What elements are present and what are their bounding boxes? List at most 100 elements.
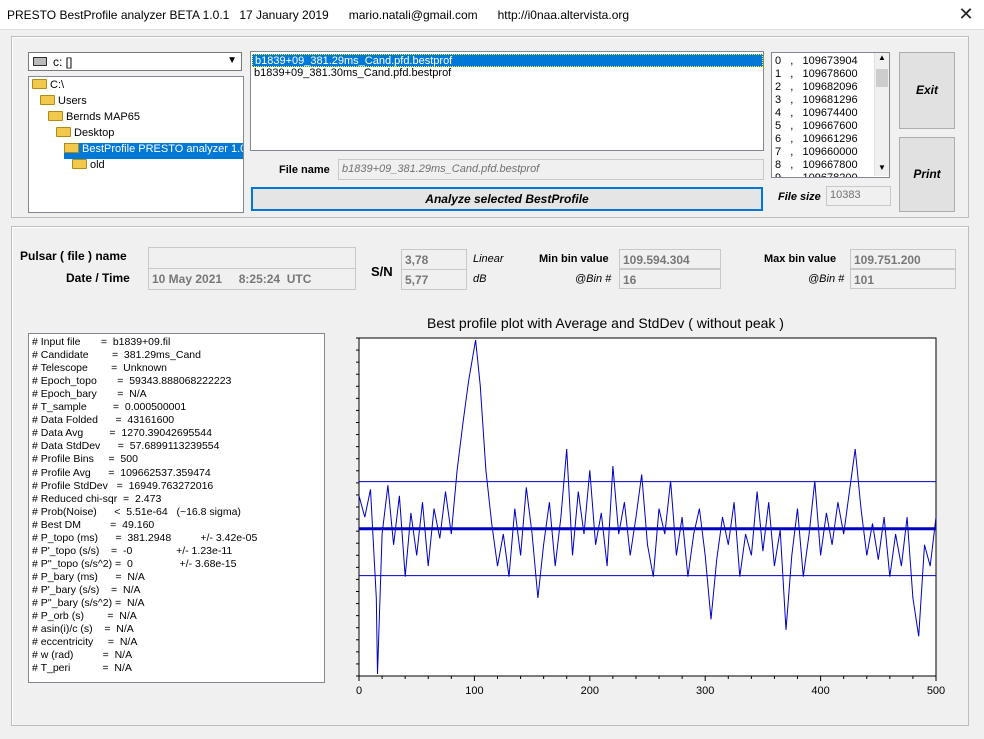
bestprof-parameters: # Input file = b1839+09.fil # Candidate =… <box>28 333 325 683</box>
tree-item-label: Desktop <box>74 127 115 139</box>
sn-label: S/N <box>371 264 393 279</box>
param-line: # Epoch_topo = 59343.888068222223 <box>32 375 232 388</box>
tree-item[interactable]: Bernds MAP65 <box>48 111 140 127</box>
min-bin-at-label: @Bin # <box>575 273 612 285</box>
param-line: # w (rad) = N/A <box>32 649 133 662</box>
folder-icon <box>64 143 79 153</box>
param-line: # P''_bary (s/s^2) = N/A <box>32 597 145 609</box>
tree-item[interactable]: C:\ <box>32 79 64 95</box>
values-scrollbar[interactable]: ▲ ▼ <box>874 53 889 176</box>
min-bin-index-field: 16 <box>619 269 721 289</box>
tree-item-label: old <box>90 159 105 171</box>
max-bin-at-label: @Bin # <box>808 273 845 285</box>
file-list[interactable]: b1839+09_381.29ms_Cand.pfd.bestprof b1839… <box>250 51 764 151</box>
x-tick-label: 300 <box>696 685 714 697</box>
file-list-item[interactable]: b1839+09_381.29ms_Cand.pfd.bestprof <box>252 54 763 67</box>
param-line: # Input file = b1839+09.fil <box>32 336 171 348</box>
tree-item-label: Users <box>58 95 87 107</box>
value-list-item[interactable]: 6 , 109661296 <box>775 133 858 145</box>
param-line: # Data Folded = 43161600 <box>32 414 175 427</box>
file-name-label: File name <box>279 164 330 176</box>
value-list-item[interactable]: 4 , 109674400 <box>775 107 858 119</box>
value-list-item[interactable]: 0 , 109673904 <box>775 55 858 67</box>
drive-select[interactable]: c: [] ▼ <box>28 52 242 71</box>
tree-item-label: Bernds MAP65 <box>66 111 140 123</box>
chevron-down-icon[interactable]: ▼ <box>227 55 237 66</box>
value-list-item[interactable]: 8 , 109667800 <box>775 159 858 171</box>
x-tick-label: 0 <box>356 685 362 697</box>
max-bin-label: Max bin value <box>764 253 837 265</box>
title-bar: PRESTO BestProfile analyzer BETA 1.0.1 1… <box>0 0 984 30</box>
param-line: # Candidate = 381.29ms_Cand <box>32 349 201 362</box>
tree-item[interactable]: Users <box>40 95 87 111</box>
folder-tree[interactable]: C:\ Users Bernds MAP65 Desktop BestProfile P… <box>28 76 244 213</box>
tree-item[interactable]: old <box>72 159 105 175</box>
param-line: # Profile Avg = 109662537.359474 <box>32 466 211 479</box>
exit-button[interactable]: Exit <box>899 52 955 129</box>
param-line: # P''_topo (s/s^2) = 0 +/- 3.68e-15 <box>32 557 237 570</box>
sn-linear-unit: Linear <box>473 253 504 265</box>
tree-item-label: BestProfile PRESTO analyzer 1.0.1.e <box>82 143 243 155</box>
min-bin-value-field: 109.594.304 <box>619 249 721 269</box>
scroll-down-icon[interactable]: ▼ <box>878 163 886 172</box>
value-list-item[interactable]: 7 , 109660000 <box>775 146 858 158</box>
file-size-field: 10383 <box>826 186 891 206</box>
param-line: # P_bary (ms) = N/A <box>32 570 145 583</box>
param-line: # eccentricity = N/A <box>32 636 138 649</box>
param-line: # Data StdDev = 57.6899113239554 <box>32 440 220 453</box>
window-title: PRESTO BestProfile analyzer BETA 1.0.1 1… <box>7 8 630 22</box>
scroll-thumb[interactable] <box>876 69 888 87</box>
file-name-field: b1839+09_381.29ms_Cand.pfd.bestprof <box>338 159 764 180</box>
folder-icon <box>48 111 63 121</box>
x-tick-label: 200 <box>581 685 599 697</box>
param-line: # Telescope = Unknown <box>32 362 167 375</box>
drive-label: c: [] <box>53 55 73 69</box>
file-size-label: File size <box>778 191 821 203</box>
tree-item-label: C:\ <box>50 79 65 91</box>
value-list-item[interactable]: 2 , 109682096 <box>775 81 858 93</box>
tree-item[interactable]: BestProfile PRESTO analyzer 1.0.1.e <box>64 143 243 159</box>
close-icon[interactable]: ✕ <box>955 3 977 25</box>
folder-icon <box>72 159 87 169</box>
analyze-button[interactable]: Analyze selected BestProfile <box>251 187 763 211</box>
plot-title: Best profile plot with Average and StdDe… <box>427 315 784 331</box>
param-line: # T_peri = N/A <box>32 662 132 675</box>
drive-icon <box>33 57 47 66</box>
param-line: # Epoch_bary = N/A <box>32 388 147 401</box>
value-list-item[interactable]: 3 , 109681296 <box>775 94 858 106</box>
param-line: # T_sample = 0.000500001 <box>32 401 187 414</box>
file-list-item[interactable]: b1839+09_381.30ms_Cand.pfd.bestprof <box>252 67 763 80</box>
param-line: # P_topo (ms) = 381.2948 +/- 3.42e-05 <box>32 531 258 544</box>
plot-area <box>358 337 937 677</box>
pulsar-name-field <box>148 247 356 269</box>
param-line: # Prob(Noise) < 5.51e-64 (~16.8 sigma) <box>32 505 241 518</box>
x-tick-label: 400 <box>811 685 829 697</box>
folder-icon <box>40 95 55 105</box>
param-line: # Best DM = 49.160 <box>32 518 155 531</box>
print-button[interactable]: Print <box>899 137 955 212</box>
param-line: # asin(i)/c (s) = N/A <box>32 623 134 636</box>
param-line: # P_orb (s) = N/A <box>32 610 137 623</box>
folder-icon <box>56 127 71 137</box>
param-line: # Profile Bins = 500 <box>32 453 138 466</box>
value-list-item[interactable]: 5 , 109667600 <box>775 120 858 132</box>
max-bin-value-field: 109.751.200 <box>850 249 956 269</box>
value-list-item[interactable]: 1 , 109678600 <box>775 68 858 80</box>
tree-item[interactable]: Desktop <box>56 127 114 143</box>
param-line: # P'_bary (s/s) = N/A <box>32 583 141 596</box>
folder-icon <box>32 79 47 89</box>
pulsar-name-label: Pulsar ( file ) name <box>20 249 127 263</box>
sn-db-field: 5,77 <box>401 269 467 290</box>
min-bin-label: Min bin value <box>539 253 609 265</box>
x-tick-label: 500 <box>927 685 945 697</box>
datetime-label: Date / Time <box>66 271 130 285</box>
value-list-item[interactable]: 9 , 109678200 <box>775 172 858 177</box>
param-line: # Data Avg = 1270.39042695544 <box>32 427 212 440</box>
datetime-field: 10 May 2021 8:25:24 UTC <box>148 268 356 290</box>
values-list[interactable]: 0 , 109673904 1 , 109678600 2 , 109682096 3… <box>771 52 890 178</box>
param-line: # Profile StdDev = 16949.763272016 <box>32 479 214 492</box>
param-line: # Reduced chi-sqr = 2.473 <box>32 492 162 505</box>
scroll-up-icon[interactable]: ▲ <box>878 53 886 62</box>
sn-linear-field: 3,78 <box>401 249 467 270</box>
max-bin-index-field: 101 <box>850 269 956 289</box>
